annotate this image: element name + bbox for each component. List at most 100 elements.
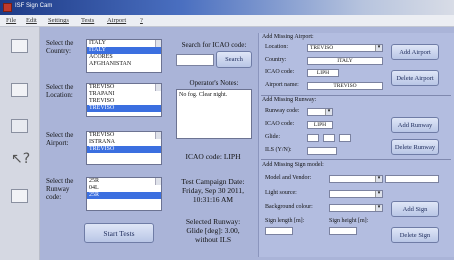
add-sign-length-label: Sign length [m]: — [265, 218, 305, 224]
notes-textarea[interactable]: No fog. Clear night. — [176, 89, 252, 139]
start-tests-button[interactable]: Start Tests — [84, 223, 154, 243]
document-icon[interactable] — [11, 119, 28, 133]
add-airport-section-title: Add Missing Airport: — [262, 34, 314, 40]
location-item[interactable]: TREVISO — [87, 84, 161, 91]
chevron-down-icon[interactable]: ▾ — [375, 191, 382, 197]
country-item[interactable]: ACORES — [87, 54, 161, 61]
add-sign-model-field[interactable] — [385, 175, 439, 183]
chevron-down-icon[interactable]: ▾ — [325, 109, 332, 115]
main-panel: Select the Country: ITALY ITALY ACORES A… — [40, 27, 454, 260]
menu-bar: File Edit Settings Tests Airport ? — [0, 15, 454, 27]
delete-airport-button[interactable]: Delete Airport — [391, 70, 439, 86]
add-sign-light-label: Light source: — [265, 190, 297, 196]
add-airport-country-field[interactable]: ITALY — [307, 57, 383, 65]
add-missing-panel: Add Missing Airport: Location: TREVISO ▾ … — [258, 33, 454, 257]
add-sign-bg-select[interactable]: ▾ — [329, 204, 383, 212]
add-runway-glide-sec-field[interactable] — [339, 134, 351, 142]
add-airport-name-label: Airport name: — [265, 82, 299, 88]
add-airport-country-label: Country: — [265, 57, 287, 63]
runway-item[interactable]: 04L — [87, 185, 161, 192]
location-listbox[interactable]: TREVISO TRAPANI TREVISO TREVISO — [86, 83, 162, 117]
divider — [261, 95, 451, 96]
add-runway-code-select[interactable]: ▾ — [307, 108, 333, 116]
icao-code-display: ICAO code: LIPH — [185, 152, 241, 161]
copy-icon[interactable] — [11, 83, 28, 97]
add-runway-glide-min-field[interactable] — [323, 134, 335, 142]
add-airport-icao-label: ICAO code: — [265, 69, 295, 75]
add-runway-section-title: Add Missing Runway: — [262, 97, 317, 103]
airport-scrollbar[interactable] — [155, 132, 161, 139]
airport-label: Select the Airport: — [46, 131, 74, 147]
add-airport-name-field[interactable]: TREVISO — [307, 82, 383, 90]
save-icon[interactable] — [11, 39, 28, 53]
add-sign-light-select[interactable]: ▾ — [329, 190, 383, 198]
menu-help[interactable]: ? — [140, 17, 143, 24]
location-item-selected[interactable]: TREVISO — [87, 105, 161, 112]
add-runway-button[interactable]: Add Runway — [391, 117, 439, 133]
add-sign-length-field[interactable] — [265, 227, 293, 235]
menu-file[interactable]: File — [6, 17, 16, 24]
airport-item-selected[interactable]: TREVISO — [87, 146, 161, 153]
location-scrollbar[interactable] — [155, 84, 161, 91]
add-airport-location-label: Location: — [265, 44, 288, 50]
location-item[interactable]: TREVISO — [87, 98, 161, 105]
add-sign-section-title: Add Missing Sign model: — [262, 162, 324, 168]
runway-info-line2: Glide [deg]: 3.00, — [186, 226, 240, 235]
add-runway-icao-field[interactable]: LIPH — [307, 121, 333, 129]
add-sign-bg-label: Background colour: — [265, 204, 313, 210]
runway-listbox[interactable]: 25R 04L 25R — [86, 177, 162, 211]
add-runway-glide-label: Glide: — [265, 134, 280, 140]
help-cursor-icon[interactable]: ↖? — [11, 151, 30, 167]
add-sign-height-label: Sign height [m]: — [329, 218, 369, 224]
campaign-date-line1: Test Campaign Date: — [181, 177, 245, 186]
chevron-down-icon[interactable]: ▾ — [375, 205, 382, 211]
country-item[interactable]: AFGHANISTAN — [87, 61, 161, 68]
add-runway-ils-field[interactable] — [307, 147, 337, 155]
country-listbox[interactable]: ITALY ITALY ACORES AFGHANISTAN — [86, 39, 162, 73]
search-input[interactable] — [176, 54, 214, 66]
add-runway-ils-label: ILS (Y/N): — [265, 147, 292, 153]
add-sign-button[interactable]: Add Sign — [391, 201, 439, 217]
menu-settings[interactable]: Settings — [48, 17, 69, 24]
location-item[interactable]: TRAPANI — [87, 91, 161, 98]
runway-scrollbar[interactable] — [155, 178, 161, 185]
add-sign-model-label: Model and Vendor: — [265, 175, 312, 181]
left-toolbar: ↖? — [0, 27, 40, 260]
country-item-selected[interactable]: ITALY — [87, 47, 161, 54]
add-airport-location-select[interactable]: TREVISO ▾ — [307, 44, 383, 52]
add-airport-icao-field[interactable]: LIPH — [307, 69, 339, 77]
add-runway-code-label: Runway code: — [265, 108, 300, 114]
menu-edit[interactable]: Edit — [26, 17, 37, 24]
notes-label: Operator's Notes: — [189, 79, 239, 87]
chevron-down-icon[interactable]: ▾ — [375, 176, 382, 182]
add-airport-button[interactable]: Add Airport — [391, 44, 439, 60]
app-title: ISF Sign Cam — [15, 3, 53, 9]
title-bar: ISF Sign Cam — [0, 0, 454, 15]
app-icon — [3, 3, 12, 12]
delete-sign-button[interactable]: Delete Sign — [391, 227, 439, 243]
add-runway-icao-label: ICAO code: — [265, 121, 295, 127]
add-runway-glide-deg-field[interactable] — [307, 134, 319, 142]
runway-label: Select the Runway code: — [46, 177, 74, 201]
menu-airport[interactable]: Airport — [107, 17, 126, 24]
runway-item-selected[interactable]: 25R — [87, 192, 161, 199]
search-label: Search for ICAO code: — [181, 41, 247, 49]
chevron-down-icon[interactable]: ▾ — [375, 45, 382, 51]
airport-listbox[interactable]: TREVISO ISTRANA TREVISO — [86, 131, 162, 165]
airport-item[interactable]: ISTRANA — [87, 139, 161, 146]
divider — [261, 159, 451, 160]
runway-info-line1: Selected Runway: — [185, 217, 241, 226]
country-item[interactable]: ITALY — [87, 40, 161, 47]
runway-info-line3: without ILS — [194, 235, 232, 244]
menu-tests[interactable]: Tests — [81, 17, 94, 24]
delete-runway-button[interactable]: Delete Runway — [391, 139, 439, 155]
add-sign-model-select[interactable]: ▾ — [329, 175, 383, 183]
runway-item[interactable]: 25R — [87, 178, 161, 185]
country-scrollbar[interactable] — [155, 40, 161, 47]
location-label: Select the Location: — [46, 83, 74, 99]
airport-item[interactable]: TREVISO — [87, 132, 161, 139]
add-sign-height-field[interactable] — [329, 227, 357, 235]
monitor-icon[interactable] — [11, 189, 28, 203]
campaign-date-line2: Friday, Sep 30 2011, — [182, 186, 244, 195]
search-button[interactable]: Search — [216, 51, 252, 68]
